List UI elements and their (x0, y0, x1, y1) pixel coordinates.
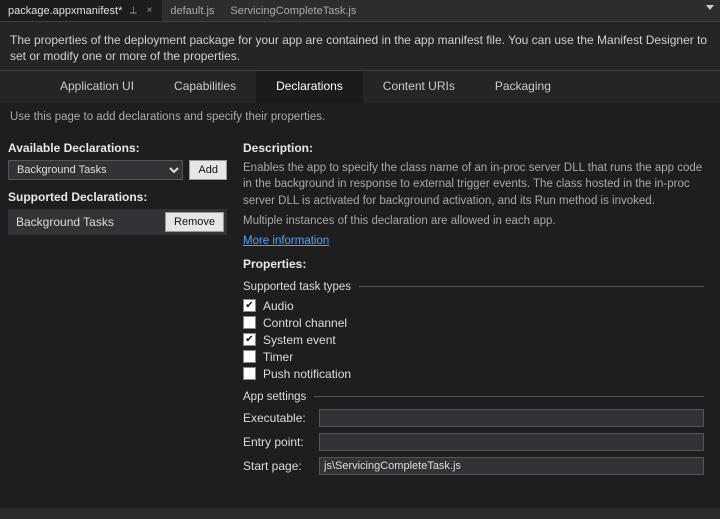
doc-tab-label: package.appxmanifest* (8, 5, 122, 17)
tab-content-uris[interactable]: Content URIs (363, 71, 475, 103)
check-label: Audio (263, 299, 294, 313)
executable-input[interactable] (319, 409, 704, 427)
description-label: Description: (243, 141, 704, 155)
tab-overflow-icon[interactable] (706, 5, 714, 10)
remove-button[interactable]: Remove (165, 212, 224, 232)
app-settings-label: App settings (243, 391, 306, 403)
doc-tab-label: default.js (170, 5, 214, 17)
properties-label: Properties: (243, 257, 704, 271)
app-settings-header: App settings (243, 391, 704, 403)
document-tab-bar: package.appxmanifest* ⟂ × default.js Ser… (0, 0, 720, 22)
check-label: Push notification (263, 367, 351, 381)
checkbox-icon[interactable] (243, 350, 256, 363)
executable-row: Executable: (243, 409, 704, 427)
declarations-body: Available Declarations: Background Tasks… (0, 133, 720, 508)
check-system-event-row[interactable]: ✔ System event (243, 333, 704, 347)
available-declarations-label: Available Declarations: (8, 141, 227, 155)
supported-declaration-name: Background Tasks (16, 215, 114, 229)
close-icon[interactable]: × (144, 5, 154, 16)
doc-tab-defaultjs[interactable]: default.js (162, 0, 222, 21)
declarations-right-pane: Description: Enables the app to specify … (235, 133, 720, 508)
manifest-intro-text: The properties of the deployment package… (0, 22, 720, 71)
tab-application-ui[interactable]: Application UI (40, 71, 154, 103)
checkbox-icon[interactable] (243, 316, 256, 329)
available-declarations-combo[interactable]: Background Tasks (8, 160, 183, 180)
supported-task-types-label: Supported task types (243, 281, 351, 293)
doc-tab-servicing[interactable]: ServicingCompleteTask.js (222, 0, 364, 21)
start-page-label: Start page: (243, 459, 311, 473)
entry-point-input[interactable] (319, 433, 704, 451)
tab-capabilities[interactable]: Capabilities (154, 71, 256, 103)
declarations-left-pane: Available Declarations: Background Tasks… (0, 133, 235, 508)
supported-task-types-header: Supported task types (243, 281, 704, 293)
check-timer-row[interactable]: Timer (243, 350, 704, 364)
check-label: Timer (263, 350, 293, 364)
checkbox-icon[interactable]: ✔ (243, 333, 256, 346)
doc-tab-manifest[interactable]: package.appxmanifest* ⟂ × (0, 0, 162, 21)
page-hint: Use this page to add declarations and sp… (0, 103, 720, 133)
add-button[interactable]: Add (189, 160, 227, 180)
more-information-link[interactable]: More information (243, 235, 329, 247)
description-text-2: Multiple instances of this declaration a… (243, 213, 704, 229)
divider (314, 396, 704, 397)
supported-declaration-item[interactable]: Background Tasks Remove (8, 209, 227, 235)
tab-declarations[interactable]: Declarations (256, 71, 363, 103)
check-push-notification-row[interactable]: Push notification (243, 367, 704, 381)
check-label: System event (263, 333, 336, 347)
tab-packaging[interactable]: Packaging (475, 71, 571, 103)
check-audio-row[interactable]: ✔ Audio (243, 299, 704, 313)
divider (359, 286, 704, 287)
designer-tab-row: Application UI Capabilities Declarations… (0, 71, 720, 103)
check-control-channel-row[interactable]: Control channel (243, 316, 704, 330)
checkbox-icon[interactable] (243, 367, 256, 380)
description-text-1: Enables the app to specify the class nam… (243, 160, 704, 208)
supported-declarations-label: Supported Declarations: (8, 190, 227, 204)
entry-point-label: Entry point: (243, 435, 311, 449)
start-page-row: Start page: (243, 457, 704, 475)
pin-icon[interactable]: ⟂ (128, 5, 138, 16)
executable-label: Executable: (243, 411, 311, 425)
entry-point-row: Entry point: (243, 433, 704, 451)
check-label: Control channel (263, 316, 347, 330)
doc-tab-label: ServicingCompleteTask.js (230, 5, 356, 17)
checkbox-icon[interactable]: ✔ (243, 299, 256, 312)
start-page-input[interactable] (319, 457, 704, 475)
